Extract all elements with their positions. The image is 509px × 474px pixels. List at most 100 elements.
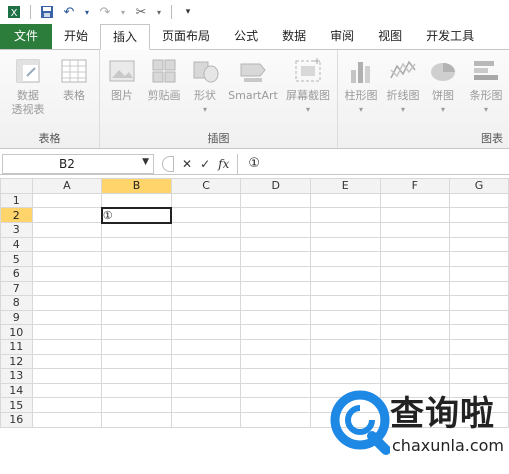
cell[interactable]: [170, 338, 242, 355]
active-cell-b2[interactable]: ①: [100, 206, 173, 224]
cell[interactable]: [449, 295, 509, 311]
cell[interactable]: [379, 295, 451, 311]
cell[interactable]: [240, 382, 311, 399]
cell[interactable]: [101, 280, 172, 297]
cell[interactable]: [310, 295, 381, 311]
cell[interactable]: [310, 368, 381, 384]
cell[interactable]: [170, 353, 242, 370]
cell[interactable]: [240, 207, 311, 224]
picture-button[interactable]: 图片: [104, 56, 140, 103]
cell[interactable]: [310, 222, 381, 238]
cell[interactable]: [101, 338, 172, 355]
cell[interactable]: [310, 265, 381, 282]
cell[interactable]: [240, 222, 311, 238]
screenshot-button[interactable]: 屏幕截图 ▾: [280, 56, 336, 117]
cell[interactable]: [240, 324, 311, 340]
save-icon[interactable]: [39, 3, 55, 21]
cell[interactable]: [170, 265, 242, 282]
row-header[interactable]: 3: [0, 222, 33, 238]
cell[interactable]: [170, 192, 242, 209]
cell[interactable]: [170, 280, 242, 297]
cell[interactable]: [379, 309, 451, 326]
tab-data[interactable]: 数据: [270, 24, 318, 49]
cell[interactable]: [31, 309, 103, 326]
cell[interactable]: [31, 338, 103, 355]
cell[interactable]: [379, 207, 451, 224]
customize-icon[interactable]: ▾: [180, 3, 196, 21]
smartart-button[interactable]: SmartArt: [226, 56, 280, 103]
cell[interactable]: [310, 207, 381, 224]
cell[interactable]: [240, 353, 311, 370]
cell[interactable]: [310, 251, 381, 267]
cell[interactable]: [240, 368, 311, 384]
cell[interactable]: [310, 192, 381, 209]
cell[interactable]: [449, 192, 509, 209]
cell[interactable]: [310, 280, 381, 297]
cell[interactable]: [449, 265, 509, 282]
row-header[interactable]: 1: [0, 192, 33, 209]
select-all-corner[interactable]: [0, 178, 33, 194]
undo-dropdown-icon[interactable]: ▾: [83, 3, 91, 21]
cell[interactable]: [379, 236, 451, 253]
cell[interactable]: [240, 411, 311, 428]
cell[interactable]: [31, 324, 103, 340]
row-header[interactable]: 12: [0, 353, 33, 370]
tab-file[interactable]: 文件: [0, 24, 53, 49]
cell[interactable]: [31, 265, 103, 282]
row-header[interactable]: 2: [0, 207, 33, 224]
row-header[interactable]: 11: [0, 338, 33, 355]
pivot-table-button[interactable]: 数据 透视表: [6, 56, 50, 117]
cell[interactable]: [31, 295, 103, 311]
cell[interactable]: [310, 338, 381, 355]
cell[interactable]: [101, 265, 172, 282]
cell[interactable]: [170, 222, 242, 238]
name-box[interactable]: B2 ▼: [2, 153, 154, 174]
row-header[interactable]: 9: [0, 309, 33, 326]
column-header-c[interactable]: C: [170, 178, 242, 194]
cell[interactable]: [449, 280, 509, 297]
row-header[interactable]: 4: [0, 236, 33, 253]
clipart-button[interactable]: 剪贴画: [142, 56, 186, 103]
cell[interactable]: [170, 397, 242, 413]
row-header[interactable]: 7: [0, 280, 33, 297]
row-header[interactable]: 5: [0, 251, 33, 267]
enter-icon[interactable]: ✓: [200, 157, 210, 171]
cell[interactable]: [170, 382, 242, 399]
cell[interactable]: [449, 309, 509, 326]
cell[interactable]: [170, 251, 242, 267]
bar-chart-button[interactable]: 条形图 ▾: [464, 56, 508, 117]
cell[interactable]: [101, 251, 172, 267]
formula-bar-splitter[interactable]: [162, 155, 174, 172]
cell[interactable]: [31, 368, 103, 384]
cell[interactable]: [101, 236, 172, 253]
cell[interactable]: [31, 207, 103, 224]
table-button[interactable]: 表格: [54, 56, 94, 103]
row-header[interactable]: 13: [0, 368, 33, 384]
cell[interactable]: [101, 324, 172, 340]
cell[interactable]: [101, 192, 172, 209]
cell[interactable]: [379, 280, 451, 297]
cell[interactable]: [379, 353, 451, 370]
tab-review[interactable]: 审阅: [318, 24, 366, 49]
cell[interactable]: [101, 222, 172, 238]
cell[interactable]: [101, 309, 172, 326]
shapes-button[interactable]: 形状 ▾: [188, 56, 222, 117]
cell[interactable]: [31, 192, 103, 209]
tools-icon[interactable]: ✂: [133, 3, 149, 21]
row-header[interactable]: 14: [0, 382, 33, 399]
cell[interactable]: [31, 411, 103, 428]
cell[interactable]: [31, 353, 103, 370]
cell[interactable]: [240, 236, 311, 253]
cell[interactable]: [379, 324, 451, 340]
cell[interactable]: [170, 207, 242, 224]
cell[interactable]: [379, 222, 451, 238]
cell[interactable]: [310, 324, 381, 340]
cell[interactable]: [379, 251, 451, 267]
tab-view[interactable]: 视图: [366, 24, 414, 49]
cell[interactable]: [240, 397, 311, 413]
cell[interactable]: [449, 251, 509, 267]
cell[interactable]: [240, 265, 311, 282]
cell[interactable]: [170, 309, 242, 326]
cancel-icon[interactable]: ✕: [182, 157, 192, 171]
redo-dropdown-icon[interactable]: ▾: [119, 3, 127, 21]
